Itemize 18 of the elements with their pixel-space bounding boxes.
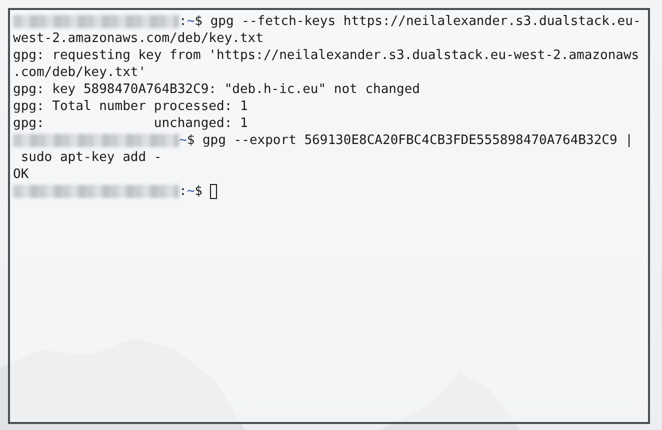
command-text: gpg --fetch-keys https://neilalexander.s3.dualstack.eu-: [210, 13, 641, 30]
prompt-path: ~: [186, 183, 195, 200]
prompt-separator: :: [179, 183, 187, 200]
output-text: gpg: unchanged: 1: [13, 115, 248, 132]
prompt-path: ~: [186, 13, 195, 30]
output-text: OK: [13, 166, 29, 183]
output-text: west-2.amazonaws.com/deb/key.txt: [13, 30, 264, 47]
prompt-symbol: $: [194, 183, 202, 200]
output-text: gpg: key 5898470A764B32C9: "deb.h-ic.eu" not changed: [13, 81, 420, 98]
prompt-symbol: $: [194, 13, 202, 30]
command-text: gpg --export 569130E8CA20FBC4CB3FDE555898470A764B32C9 |: [202, 132, 633, 149]
output-text: .com/deb/key.txt': [13, 64, 146, 81]
prompt-symbol: $: [186, 132, 195, 149]
output-text: gpg: Total number processed: 1: [13, 98, 248, 115]
output-text: sudo apt-key add -: [20, 149, 162, 166]
prompt-separator: :: [179, 13, 187, 30]
output-text: gpg: requesting key from 'https://neilalexander.s3.dualstack.eu-west-2.amazonaws: [13, 47, 640, 64]
prompt-path: ~: [179, 132, 187, 149]
